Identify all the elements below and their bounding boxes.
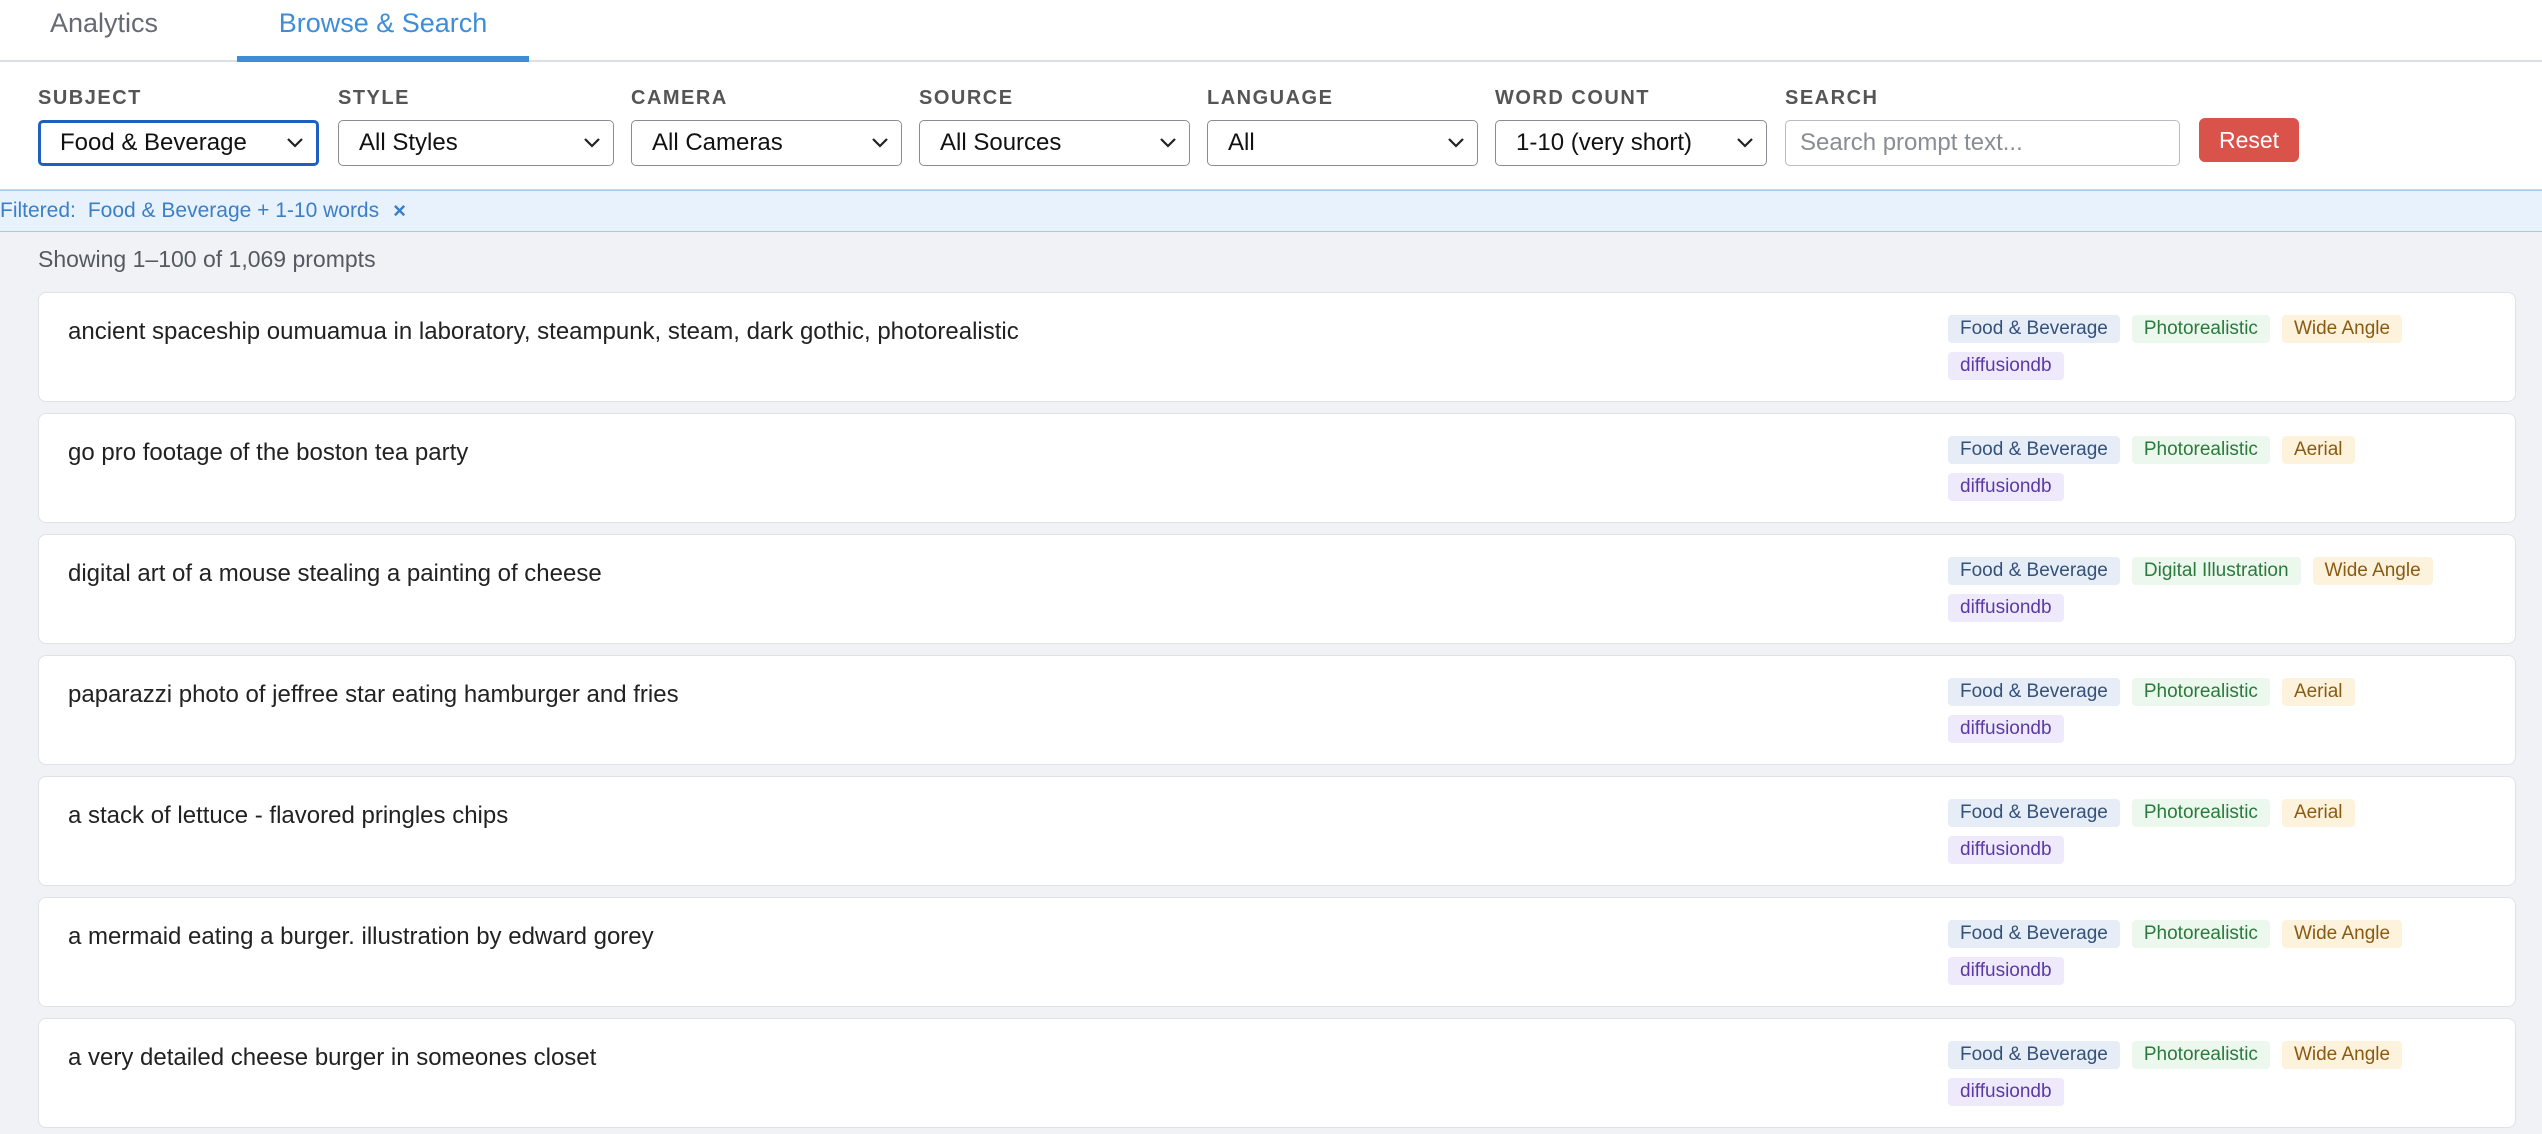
tag-group: Food & Beverage Photorealistic Wide Angl… (1948, 315, 2488, 389)
source-tag: diffusiondb (1948, 473, 2064, 501)
subject-tag: Food & Beverage (1948, 315, 2120, 343)
camera-tag: Aerial (2281, 678, 2355, 706)
filter-prefix: Filtered: (0, 199, 76, 222)
style-filter: STYLE All Styles (338, 86, 614, 166)
style-tag: Photorealistic (2131, 436, 2270, 464)
tag-group: Food & Beverage Photorealistic Wide Angl… (1948, 920, 2488, 994)
subject-tag: Food & Beverage (1948, 557, 2120, 585)
search-label: SEARCH (1785, 87, 1879, 109)
tag-group: Food & Beverage Digital Illustration Wid… (1948, 557, 2488, 631)
tag-group: Food & Beverage Photorealistic Wide Angl… (1948, 1041, 2488, 1115)
style-tag: Photorealistic (2131, 920, 2270, 948)
chevron-down-icon (1447, 134, 1465, 152)
subject-label: SUBJECT (38, 87, 142, 109)
tag-group: Food & Beverage Photorealistic Aerial di… (1948, 678, 2488, 752)
tab-browse-search[interactable]: Browse & Search (237, 0, 529, 62)
prompt-text: a mermaid eating a burger. illustration … (68, 923, 654, 950)
style-tag: Photorealistic (2131, 799, 2270, 827)
source-tag: diffusiondb (1948, 715, 2064, 743)
source-filter: SOURCE All Sources (919, 86, 1190, 166)
source-label: SOURCE (919, 87, 1014, 109)
search-input[interactable] (1785, 120, 2180, 166)
tab-analytics[interactable]: Analytics (50, 0, 220, 62)
chevron-down-icon (1159, 134, 1177, 152)
chevron-down-icon (871, 134, 889, 152)
tab-bar: Analytics Browse & Search (0, 0, 2542, 62)
list-item[interactable]: digital art of a mouse stealing a painti… (38, 534, 2516, 644)
camera-tag: Wide Angle (2281, 920, 2403, 948)
tag-group: Food & Beverage Photorealistic Aerial di… (1948, 436, 2488, 510)
result-count: Showing 1–100 of 1,069 prompts (38, 246, 376, 272)
word-count-select[interactable]: 1-10 (very short) (1495, 120, 1767, 166)
prompt-text: go pro footage of the boston tea party (68, 439, 469, 466)
list-item[interactable]: paparazzi photo of jeffree star eating h… (38, 655, 2516, 765)
prompt-text: digital art of a mouse stealing a painti… (68, 560, 602, 587)
word-count-label: WORD COUNT (1495, 87, 1650, 109)
style-select[interactable]: All Styles (338, 120, 614, 166)
source-value: All Sources (940, 129, 1062, 156)
subject-filter: SUBJECT Food & Beverage (38, 86, 319, 166)
list-item[interactable]: go pro footage of the boston tea party F… (38, 413, 2516, 523)
source-tag: diffusiondb (1948, 1078, 2064, 1106)
reset-button[interactable]: Reset (2199, 118, 2299, 162)
camera-select[interactable]: All Cameras (631, 120, 902, 166)
source-select[interactable]: All Sources (919, 120, 1190, 166)
source-tag: diffusiondb (1948, 352, 2064, 380)
language-select[interactable]: All (1207, 120, 1478, 166)
list-item[interactable]: a very detailed cheese burger in someone… (38, 1018, 2516, 1128)
camera-tag: Wide Angle (2281, 1041, 2403, 1069)
subject-tag: Food & Beverage (1948, 799, 2120, 827)
subject-value: Food & Beverage (60, 129, 247, 156)
camera-tag: Wide Angle (2312, 557, 2433, 585)
prompt-text: paparazzi photo of jeffree star eating h… (68, 681, 679, 708)
prompt-list: ancient spaceship oumuamua in laboratory… (38, 292, 2516, 1134)
subject-tag: Food & Beverage (1948, 920, 2120, 948)
language-filter: LANGUAGE All (1207, 86, 1478, 166)
camera-filter: CAMERA All Cameras (631, 86, 902, 166)
word-count-filter: WORD COUNT 1-10 (very short) (1495, 86, 1767, 166)
active-filter-banner: Filtered: Food & Beverage + 1-10 words × (0, 190, 2542, 232)
language-label: LANGUAGE (1207, 87, 1334, 109)
subject-tag: Food & Beverage (1948, 436, 2120, 464)
prompt-text: a very detailed cheese burger in someone… (68, 1044, 597, 1071)
style-tag: Photorealistic (2131, 678, 2270, 706)
style-label: STYLE (338, 87, 410, 109)
source-tag: diffusiondb (1948, 594, 2064, 622)
prompt-text: a stack of lettuce - flavored pringles c… (68, 802, 509, 829)
word-count-value: 1-10 (very short) (1516, 129, 1693, 156)
camera-label: CAMERA (631, 87, 728, 109)
filter-summary: Food & Beverage + 1-10 words (87, 199, 380, 222)
style-tag: Photorealistic (2131, 1041, 2270, 1069)
list-item[interactable]: ancient spaceship oumuamua in laboratory… (38, 292, 2516, 402)
style-value: All Styles (359, 129, 458, 156)
camera-tag: Wide Angle (2281, 315, 2403, 343)
search-filter: SEARCH (1785, 86, 2180, 166)
close-icon[interactable]: × (393, 198, 406, 224)
camera-tag: Aerial (2281, 436, 2355, 464)
prompt-text: ancient spaceship oumuamua in laboratory… (68, 318, 1019, 345)
chevron-down-icon (286, 134, 304, 152)
filter-bar: SUBJECT Food & Beverage STYLE All Styles… (0, 62, 2542, 190)
subject-tag: Food & Beverage (1948, 1041, 2120, 1069)
language-value: All (1228, 129, 1255, 156)
camera-tag: Aerial (2281, 799, 2355, 827)
camera-value: All Cameras (652, 129, 783, 156)
style-tag: Digital Illustration (2131, 557, 2301, 585)
subject-select[interactable]: Food & Beverage (38, 120, 319, 166)
list-item[interactable]: a stack of lettuce - flavored pringles c… (38, 776, 2516, 886)
subject-tag: Food & Beverage (1948, 678, 2120, 706)
source-tag: diffusiondb (1948, 836, 2064, 864)
style-tag: Photorealistic (2131, 315, 2270, 343)
chevron-down-icon (1736, 134, 1754, 152)
source-tag: diffusiondb (1948, 957, 2064, 985)
tag-group: Food & Beverage Photorealistic Aerial di… (1948, 799, 2488, 873)
list-item[interactable]: a mermaid eating a burger. illustration … (38, 897, 2516, 1007)
chevron-down-icon (583, 134, 601, 152)
